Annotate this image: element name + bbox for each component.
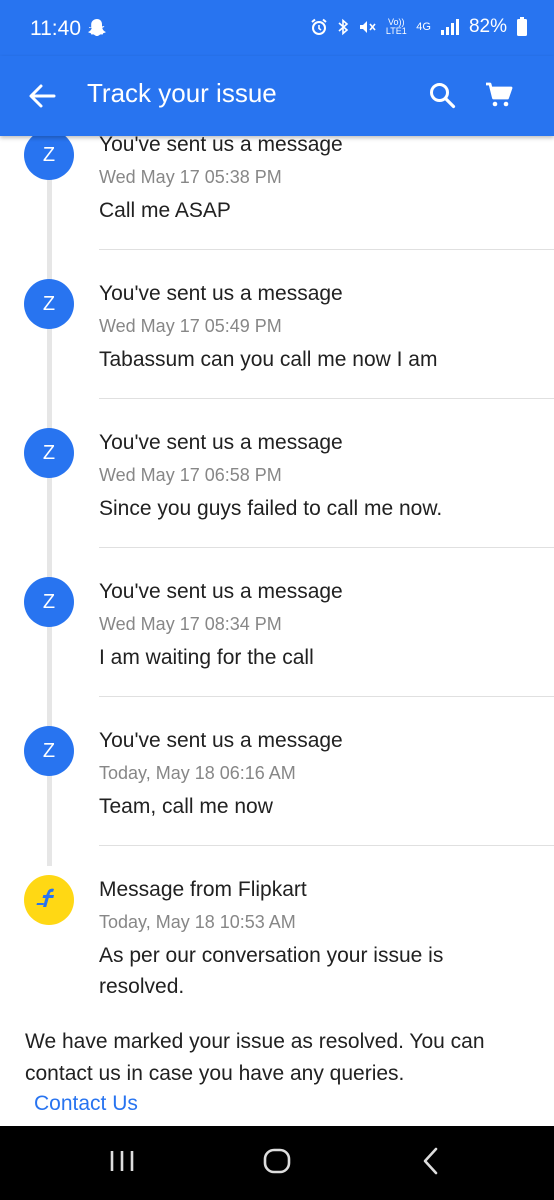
divider: [99, 696, 554, 697]
message-body: Call me ASAP: [99, 199, 231, 222]
message-date: Wed May 17 08:34 PM: [99, 614, 282, 634]
user-avatar: Z: [24, 428, 74, 478]
message-heading: You've sent us a message: [99, 580, 343, 603]
message-heading: You've sent us a message: [99, 136, 343, 156]
mute-icon: [360, 21, 376, 33]
bluetooth-icon: [338, 18, 349, 36]
message-heading: You've sent us a message: [99, 282, 343, 305]
timeline-content: Z You've sent us a message Wed May 17 05…: [0, 136, 554, 1126]
message-heading: Message from Flipkart: [99, 878, 307, 901]
message-body: Since you guys failed to call me now.: [99, 497, 443, 520]
signal-icon: [440, 19, 459, 35]
system-icons: Vo)) LTE1 4G 82%: [310, 16, 528, 38]
snapchat-icon: [88, 18, 106, 43]
divider: [99, 547, 554, 548]
status-bar: 11:40 Vo)) LTE1 4G 82%: [0, 0, 554, 56]
alarm-icon: [311, 18, 327, 35]
message-heading: You've sent us a message: [99, 431, 343, 454]
status-time: 11:40: [30, 17, 81, 40]
back-arrow-icon[interactable]: [28, 82, 56, 115]
message-body: Team, call me now: [99, 795, 273, 818]
user-avatar: Z: [24, 726, 74, 776]
volte-label: Vo)) LTE1: [385, 17, 407, 36]
back-chevron-icon[interactable]: [420, 1146, 444, 1181]
user-avatar: Z: [24, 279, 74, 329]
user-avatar: Z: [24, 136, 74, 180]
recents-icon[interactable]: [108, 1146, 136, 1181]
flipkart-logo-icon: [24, 875, 74, 925]
divider: [99, 845, 554, 846]
message-heading: You've sent us a message: [99, 729, 343, 752]
battery-percent: 82%: [468, 16, 507, 37]
message-date: Today, May 18 10:53 AM: [99, 912, 296, 932]
home-icon[interactable]: [262, 1146, 292, 1181]
cart-icon[interactable]: [484, 80, 514, 115]
message-body: Tabassum can you call me now I am: [99, 348, 438, 371]
app-bar: Track your issue: [0, 56, 554, 136]
divider: [99, 398, 554, 399]
message-date: Today, May 18 06:16 AM: [99, 763, 296, 783]
message-body: As per our conversation your issue is re…: [99, 944, 444, 998]
message-date: Wed May 17 05:38 PM: [99, 167, 282, 187]
system-nav-bar: [0, 1126, 554, 1200]
message-body: I am waiting for the call: [99, 646, 314, 669]
contact-us-link[interactable]: Contact Us: [34, 1092, 138, 1116]
network-type: 4G: [416, 21, 431, 33]
user-avatar: Z: [24, 577, 74, 627]
message-date: Wed May 17 05:49 PM: [99, 316, 282, 336]
battery-icon: [517, 17, 527, 36]
message-date: Wed May 17 06:58 PM: [99, 465, 282, 485]
page-title: Track your issue: [87, 78, 277, 108]
search-icon[interactable]: [428, 81, 456, 114]
resolved-notice: We have marked your issue as resolved. Y…: [25, 1030, 485, 1085]
divider: [99, 249, 554, 250]
